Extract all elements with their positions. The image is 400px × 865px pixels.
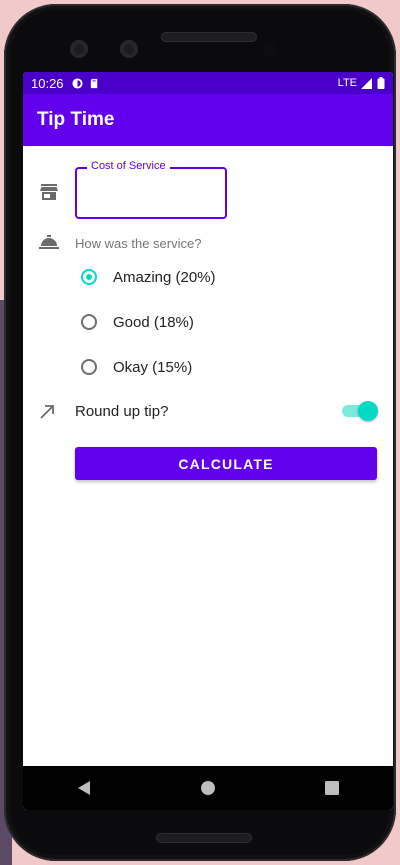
phone-frame: 10:26 LTE Tip Time Cost of Service How w… bbox=[4, 4, 396, 861]
cost-of-service-field[interactable]: Cost of Service bbox=[75, 160, 227, 219]
status-right: LTE bbox=[338, 77, 385, 89]
battery-icon bbox=[377, 77, 385, 89]
bottom-speaker bbox=[156, 833, 252, 843]
option-good[interactable]: Good (18%) bbox=[81, 310, 194, 334]
signal-icon bbox=[361, 77, 372, 89]
front-camera-2 bbox=[120, 40, 138, 58]
recents-nav-icon[interactable] bbox=[324, 781, 339, 795]
calculate-button[interactable]: CALCULATE bbox=[75, 447, 377, 480]
home-nav-icon[interactable] bbox=[200, 780, 216, 796]
tip-form: Cost of Service How was the service? Ama… bbox=[23, 146, 393, 766]
back-nav-icon[interactable] bbox=[77, 780, 91, 796]
earpiece-speaker bbox=[161, 32, 257, 42]
option-okay[interactable]: Okay (15%) bbox=[81, 355, 192, 379]
option-label: Amazing (20%) bbox=[113, 268, 216, 286]
round-up-switch[interactable] bbox=[342, 401, 378, 421]
radio-button[interactable] bbox=[81, 359, 97, 375]
navigation-bar bbox=[23, 766, 393, 810]
option-label: Good (18%) bbox=[113, 313, 194, 331]
cost-of-service-label: Cost of Service bbox=[87, 160, 170, 172]
app-bar: Tip Time bbox=[23, 94, 393, 146]
proximity-sensor bbox=[262, 42, 276, 56]
switch-thumb[interactable] bbox=[358, 401, 378, 421]
option-label: Okay (15%) bbox=[113, 358, 193, 376]
network-type: LTE bbox=[337, 77, 357, 89]
round-up-label: Round up tip? bbox=[75, 403, 169, 420]
radio-button-selected[interactable] bbox=[81, 269, 97, 285]
trending-up-icon bbox=[40, 405, 54, 419]
status-bar: 10:26 LTE bbox=[23, 72, 393, 94]
option-amazing[interactable]: Amazing (20%) bbox=[81, 265, 216, 289]
sd-card-icon bbox=[90, 78, 97, 88]
store-icon bbox=[40, 184, 58, 200]
radio-button[interactable] bbox=[81, 314, 97, 330]
room-service-icon bbox=[39, 235, 59, 249]
status-time: 10:26 bbox=[31, 75, 64, 91]
screen: 10:26 LTE Tip Time Cost of Service How w… bbox=[23, 72, 393, 810]
front-camera-1 bbox=[70, 40, 88, 58]
app-title: Tip Time bbox=[37, 109, 115, 130]
notification-icon bbox=[72, 77, 83, 89]
service-question: How was the service? bbox=[75, 236, 202, 251]
